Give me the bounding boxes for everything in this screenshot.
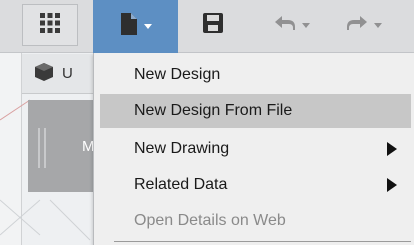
menu-item-new-design[interactable]: New Design [100, 58, 411, 92]
file-dropdown-menu: New Design New Design From File New Draw… [93, 53, 414, 245]
redo-button[interactable] [334, 4, 394, 46]
undo-button[interactable] [262, 4, 322, 46]
chevron-down-icon [143, 24, 152, 29]
menu-item-new-drawing[interactable]: New Drawing [100, 132, 411, 166]
redo-chevron-icon [374, 22, 382, 28]
quick-access-toolbar [0, 0, 414, 53]
save-button[interactable] [188, 4, 238, 46]
data-panel-button[interactable] [22, 4, 78, 46]
submenu-arrow-icon [387, 178, 397, 192]
browser-root-node[interactable]: U [22, 54, 97, 94]
undo-chevron-icon [302, 22, 310, 28]
file-icon [120, 12, 138, 41]
redo-icon [346, 15, 368, 36]
menu-item-label: Related Data [134, 176, 228, 193]
menu-item-label: New Drawing [134, 140, 230, 157]
document-tab[interactable]: M [28, 100, 98, 192]
grip-handle-line [44, 128, 46, 168]
menu-item-new-design-from-file[interactable]: New Design From File [100, 94, 411, 128]
file-menu-button[interactable] [93, 0, 178, 53]
menu-item-open-details-on-web: Open Details on Web [100, 204, 411, 238]
grid-icon [39, 12, 61, 39]
browser-root-label: U [62, 65, 73, 82]
menu-item-label: Open Details on Web [134, 212, 286, 229]
save-icon [202, 12, 224, 39]
undo-icon [274, 15, 296, 36]
menu-item-related-data[interactable]: Related Data [100, 168, 411, 202]
menu-item-label: New Design From File [134, 102, 293, 119]
menu-item-label: New Design [134, 66, 221, 83]
cube-icon [34, 62, 54, 86]
menu-separator [114, 241, 411, 242]
submenu-arrow-icon [387, 142, 397, 156]
grip-handle[interactable] [38, 128, 40, 168]
